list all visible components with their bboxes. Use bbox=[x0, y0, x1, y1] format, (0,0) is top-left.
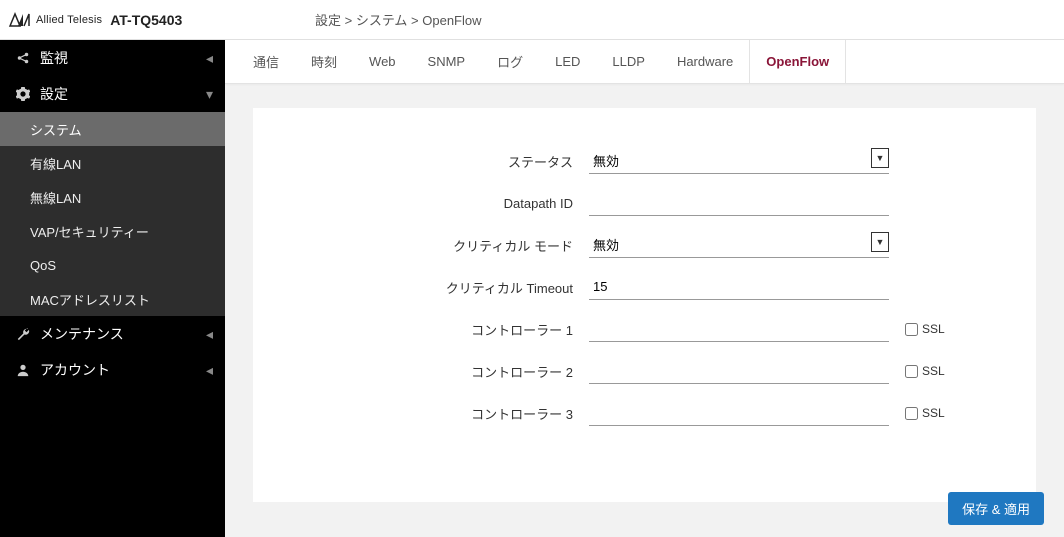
sidebar: 監視 ◂ 設定 ▾ システム 有線LAN 無線LAN VAP/セキュリティー Q… bbox=[0, 40, 225, 537]
controller-2-ssl[interactable]: SSL bbox=[905, 364, 945, 378]
sidebar-item-qos[interactable]: QoS bbox=[0, 248, 225, 282]
tab-communication[interactable]: 通信 bbox=[225, 40, 295, 83]
sidebar-item-vap-security[interactable]: VAP/セキュリティー bbox=[0, 214, 225, 248]
label-controller-1: コントローラー 1 bbox=[299, 320, 589, 339]
sidebar-group-settings[interactable]: 設定 ▾ bbox=[0, 76, 225, 112]
tab-snmp[interactable]: SNMP bbox=[412, 40, 482, 83]
ssl-label: SSL bbox=[922, 406, 945, 420]
row-controller-2: コントローラー 2 SSL bbox=[299, 358, 990, 384]
tab-openflow[interactable]: OpenFlow bbox=[749, 40, 846, 83]
sidebar-group-maintenance[interactable]: メンテナンス ◂ bbox=[0, 316, 225, 352]
sidebar-item-label: VAP/セキュリティー bbox=[30, 222, 149, 241]
label-status: ステータス bbox=[299, 152, 589, 171]
label-controller-3: コントローラー 3 bbox=[299, 404, 589, 423]
tab-lldp[interactable]: LLDP bbox=[596, 40, 661, 83]
tab-label: 時刻 bbox=[311, 52, 337, 71]
controller-3-ssl[interactable]: SSL bbox=[905, 406, 945, 420]
tab-label: LED bbox=[555, 54, 580, 69]
sidebar-item-system[interactable]: システム bbox=[0, 112, 225, 146]
device-name: AT-TQ5403 bbox=[110, 12, 182, 28]
controller-3-ssl-checkbox[interactable] bbox=[905, 407, 918, 420]
row-status: ステータス ▼ bbox=[299, 148, 990, 174]
status-select[interactable] bbox=[589, 148, 889, 174]
sidebar-sub-settings: システム 有線LAN 無線LAN VAP/セキュリティー QoS MACアドレス… bbox=[0, 112, 225, 316]
tab-label: Web bbox=[369, 54, 396, 69]
tab-led[interactable]: LED bbox=[539, 40, 596, 83]
tab-label: Hardware bbox=[677, 54, 733, 69]
topbar: Allied Telesis AT-TQ5403 設定 > システム > Ope… bbox=[0, 0, 1064, 40]
sidebar-item-wired-lan[interactable]: 有線LAN bbox=[0, 146, 225, 180]
gear-icon bbox=[14, 87, 32, 101]
sidebar-group-label: メンテナンス bbox=[40, 324, 206, 344]
tab-label: 通信 bbox=[253, 52, 279, 71]
sidebar-item-label: システム bbox=[30, 120, 82, 139]
critical-mode-select-chevron-icon[interactable]: ▼ bbox=[871, 232, 889, 252]
sidebar-item-wireless-lan[interactable]: 無線LAN bbox=[0, 180, 225, 214]
row-critical-mode: クリティカル モード ▼ bbox=[299, 232, 990, 258]
tab-label: ログ bbox=[497, 52, 523, 71]
sidebar-group-account[interactable]: アカウント ◂ bbox=[0, 352, 225, 388]
share-icon bbox=[14, 51, 32, 65]
label-datapath: Datapath ID bbox=[299, 196, 589, 211]
chevron-left-icon: ◂ bbox=[206, 362, 213, 379]
critical-mode-select[interactable] bbox=[589, 232, 889, 258]
chevron-down-icon: ▾ bbox=[206, 86, 213, 103]
save-apply-button[interactable]: 保存 & 適用 bbox=[948, 492, 1044, 525]
wrench-icon bbox=[14, 327, 32, 341]
row-datapath: Datapath ID bbox=[299, 190, 990, 216]
tab-time[interactable]: 時刻 bbox=[295, 40, 353, 83]
controller-1-input[interactable] bbox=[589, 316, 889, 342]
sidebar-group-monitor[interactable]: 監視 ◂ bbox=[0, 40, 225, 76]
status-select-chevron-icon[interactable]: ▼ bbox=[871, 148, 889, 168]
row-controller-1: コントローラー 1 SSL bbox=[299, 316, 990, 342]
datapath-id-input[interactable] bbox=[589, 190, 889, 216]
ssl-label: SSL bbox=[922, 322, 945, 336]
tab-label: SNMP bbox=[428, 54, 466, 69]
controller-1-ssl[interactable]: SSL bbox=[905, 322, 945, 336]
sidebar-item-label: QoS bbox=[30, 258, 56, 273]
sidebar-item-mac-address[interactable]: MACアドレスリスト bbox=[0, 282, 225, 316]
tabbar: 通信 時刻 Web SNMP ログ LED LLDP Hardware Open… bbox=[225, 40, 1064, 84]
sidebar-item-label: 有線LAN bbox=[30, 154, 81, 173]
sidebar-group-label: 監視 bbox=[40, 48, 206, 68]
label-critical-timeout: クリティカル Timeout bbox=[299, 278, 589, 297]
controller-2-input[interactable] bbox=[589, 358, 889, 384]
sidebar-item-label: 無線LAN bbox=[30, 188, 81, 207]
controller-1-ssl-checkbox[interactable] bbox=[905, 323, 918, 336]
ssl-label: SSL bbox=[922, 364, 945, 378]
row-critical-timeout: クリティカル Timeout bbox=[299, 274, 990, 300]
sidebar-item-label: MACアドレスリスト bbox=[30, 290, 150, 309]
tab-web[interactable]: Web bbox=[353, 40, 412, 83]
critical-timeout-input[interactable] bbox=[589, 274, 889, 300]
label-controller-2: コントローラー 2 bbox=[299, 362, 589, 381]
tab-label: OpenFlow bbox=[766, 54, 829, 69]
openflow-panel: ステータス ▼ Datapath ID クリティカル モード bbox=[253, 108, 1036, 502]
tab-log[interactable]: ログ bbox=[481, 40, 539, 83]
sidebar-group-label: 設定 bbox=[40, 84, 206, 104]
brand-block: Allied Telesis AT-TQ5403 bbox=[0, 12, 225, 28]
main-area: 通信 時刻 Web SNMP ログ LED LLDP Hardware Open… bbox=[225, 40, 1064, 537]
footer-actions: 保存 & 適用 bbox=[948, 492, 1044, 525]
brand-name: Allied Telesis bbox=[36, 14, 102, 26]
panel-wrap: ステータス ▼ Datapath ID クリティカル モード bbox=[225, 84, 1064, 537]
controller-2-ssl-checkbox[interactable] bbox=[905, 365, 918, 378]
label-critical-mode: クリティカル モード bbox=[299, 236, 589, 255]
user-icon bbox=[14, 363, 32, 377]
brand-logo: Allied Telesis bbox=[8, 12, 102, 28]
controller-3-input[interactable] bbox=[589, 400, 889, 426]
chevron-left-icon: ◂ bbox=[206, 326, 213, 343]
chevron-left-icon: ◂ bbox=[206, 50, 213, 67]
tab-label: LLDP bbox=[612, 54, 645, 69]
tab-hardware[interactable]: Hardware bbox=[661, 40, 749, 83]
breadcrumb: 設定 > システム > OpenFlow bbox=[225, 10, 482, 29]
sidebar-group-label: アカウント bbox=[40, 360, 206, 380]
row-controller-3: コントローラー 3 SSL bbox=[299, 400, 990, 426]
